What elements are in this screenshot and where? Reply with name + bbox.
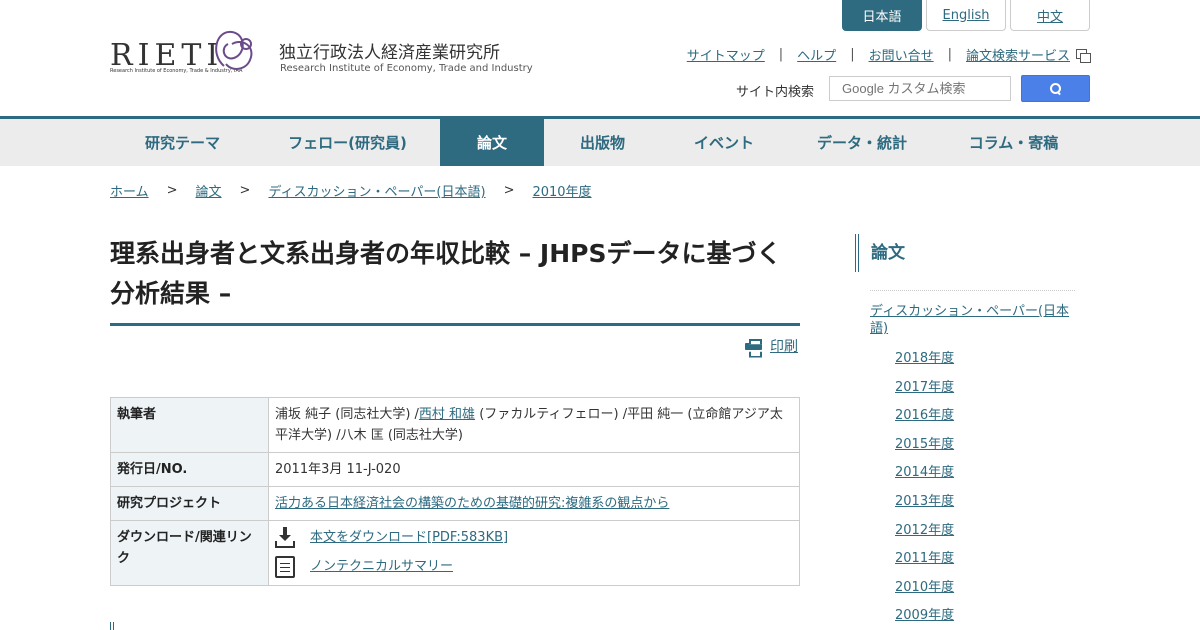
- list-item: 2013年度: [895, 493, 1075, 522]
- rieti-logo[interactable]: RIETI Research Institute of Economy, Tra…: [110, 24, 260, 78]
- nav-columns[interactable]: コラム・寄稿: [937, 119, 1090, 166]
- breadcrumb-separator: >: [166, 183, 178, 198]
- sidebar-title: 論文: [855, 234, 1075, 272]
- search-icon: [1050, 83, 1061, 94]
- author-value: 浦坂 純子 (同志社大学) /西村 和雄 (ファカルティフェロー) /平田 純一…: [268, 397, 800, 453]
- sitemap-link[interactable]: サイトマップ: [687, 45, 765, 64]
- title-divider: [110, 323, 800, 326]
- util-separator: |: [850, 47, 855, 62]
- project-value: 活力ある日本経済社会の構築のための基礎的研究:複雑系の観点から: [268, 486, 800, 521]
- nav-publications[interactable]: 出版物: [544, 119, 661, 166]
- table-row: ダウンロード/関連リンク 本文をダウンロード[PDF:583KB] ノンテクニカ…: [110, 520, 800, 586]
- sidebar-year-2009[interactable]: 2009年度: [895, 608, 954, 623]
- project-label: 研究プロジェクト: [110, 486, 269, 521]
- sidebar-category: ディスカッション・ペーパー(日本語): [870, 303, 1075, 337]
- site-header: RIETI Research Institute of Economy, Tra…: [0, 0, 1200, 116]
- download-label: ダウンロード/関連リンク: [110, 520, 269, 586]
- breadcrumb-separator: >: [503, 183, 515, 198]
- summary-row: ノンテクニカルサマリー: [275, 552, 793, 581]
- main-nav: 研究テーマ フェロー(研究員) 論文 出版物 イベント データ・統計 コラム・寄…: [0, 116, 1200, 166]
- author-link-nishimura[interactable]: 西村 和雄: [419, 407, 475, 422]
- breadcrumb: ホーム > 論文 > ディスカッション・ペーパー(日本語) > 2010年度: [110, 181, 592, 200]
- sidebar-category-link[interactable]: ディスカッション・ペーパー(日本語): [870, 304, 1069, 336]
- util-separator: |: [778, 47, 784, 62]
- list-item: 2016年度: [895, 407, 1075, 436]
- sidebar-year-list: 2018年度 2017年度 2016年度 2015年度 2014年度 2013年…: [895, 350, 1075, 630]
- contact-link[interactable]: お問い合せ: [869, 45, 934, 64]
- download-links: 本文をダウンロード[PDF:583KB] ノンテクニカルサマリー: [268, 520, 800, 586]
- breadcrumb-home[interactable]: ホーム: [110, 181, 149, 200]
- external-window-icon: [1076, 48, 1091, 63]
- sidebar-year-2013[interactable]: 2013年度: [895, 494, 954, 509]
- pdf-download-link[interactable]: 本文をダウンロード[PDF:583KB]: [310, 527, 508, 548]
- printer-icon: [745, 339, 762, 354]
- download-icon: [275, 527, 295, 548]
- list-item: 2017年度: [895, 379, 1075, 408]
- paper-info-table: 執筆者 浦坂 純子 (同志社大学) /西村 和雄 (ファカルティフェロー) /平…: [110, 397, 800, 586]
- list-item: 2011年度: [895, 550, 1075, 579]
- author-text: 浦坂 純子 (同志社大学) /: [275, 407, 419, 422]
- nav-data-statistics[interactable]: データ・統計: [787, 119, 937, 166]
- org-name-ja: 独立行政法人経済産業研究所: [279, 43, 500, 63]
- date-label: 発行日/NO.: [110, 452, 269, 487]
- document-icon: [275, 555, 295, 578]
- section-marker: [110, 622, 114, 630]
- list-item: 2014年度: [895, 464, 1075, 493]
- search-button[interactable]: [1021, 75, 1090, 102]
- breadcrumb-discussion-papers[interactable]: ディスカッション・ペーパー(日本語): [268, 181, 485, 200]
- site-search-label: サイト内検索: [736, 85, 815, 100]
- list-item: 2012年度: [895, 522, 1075, 551]
- help-link[interactable]: ヘルプ: [797, 45, 836, 64]
- sidebar-year-2012[interactable]: 2012年度: [895, 523, 954, 538]
- sidebar-year-2016[interactable]: 2016年度: [895, 408, 954, 423]
- page-title: 理系出身者と文系出身者の年収比較 – JHPSデータに基づく分析結果 –: [110, 239, 782, 308]
- nav-events[interactable]: イベント: [661, 119, 787, 166]
- lang-english-button[interactable]: English: [926, 0, 1006, 31]
- project-link[interactable]: 活力ある日本経済社会の構築のための基礎的研究:複雑系の観点から: [275, 496, 669, 511]
- sidebar-year-2011[interactable]: 2011年度: [895, 551, 954, 566]
- paper-search-link[interactable]: 論文検索サービス: [966, 45, 1070, 64]
- lang-japanese-button[interactable]: 日本語: [842, 0, 922, 31]
- date-value: 2011年3月 11-J-020: [268, 452, 800, 487]
- lang-chinese-button[interactable]: 中文: [1010, 0, 1090, 31]
- sidebar-divider: [870, 290, 1075, 291]
- breadcrumb-separator: >: [239, 183, 251, 198]
- list-item: 2009年度: [895, 607, 1075, 630]
- sidebar-year-2014[interactable]: 2014年度: [895, 465, 954, 480]
- table-row: 発行日/NO. 2011年3月 11-J-020: [110, 452, 800, 487]
- nontechnical-summary-link[interactable]: ノンテクニカルサマリー: [310, 556, 453, 577]
- print-label[interactable]: 印刷: [770, 336, 798, 356]
- utility-links: サイトマップ | ヘルプ | お問い合せ | 論文検索サービス: [687, 45, 1091, 64]
- nav-papers[interactable]: 論文: [440, 119, 544, 166]
- sidebar-year-2015[interactable]: 2015年度: [895, 437, 954, 452]
- author-label: 執筆者: [110, 397, 269, 453]
- table-row: 研究プロジェクト 活力ある日本経済社会の構築のための基礎的研究:複雑系の観点から: [110, 486, 800, 521]
- sidebar-year-2010[interactable]: 2010年度: [895, 580, 954, 595]
- sidebar-year-2018[interactable]: 2018年度: [895, 351, 954, 366]
- sidebar: 論文 ディスカッション・ペーパー(日本語) 2018年度 2017年度 2016…: [855, 234, 1075, 630]
- breadcrumb-papers[interactable]: 論文: [196, 181, 222, 200]
- site-search-input[interactable]: [829, 76, 1011, 101]
- org-name-en: Research Institute of Economy, Trade and…: [280, 63, 533, 74]
- sidebar-year-2017[interactable]: 2017年度: [895, 380, 954, 395]
- list-item: 2015年度: [895, 436, 1075, 465]
- logo-mark-icon: [215, 30, 253, 70]
- pdf-download-row: 本文をダウンロード[PDF:583KB]: [275, 523, 793, 552]
- list-item: 2018年度: [895, 350, 1075, 379]
- print-button[interactable]: 印刷: [745, 336, 798, 356]
- util-separator: |: [947, 47, 952, 62]
- nav-research-themes[interactable]: 研究テーマ: [110, 119, 255, 166]
- list-item: 2010年度: [895, 579, 1075, 608]
- table-row: 執筆者 浦坂 純子 (同志社大学) /西村 和雄 (ファカルティフェロー) /平…: [110, 397, 800, 453]
- nav-fellows[interactable]: フェロー(研究員): [255, 119, 440, 166]
- breadcrumb-fiscal-year[interactable]: 2010年度: [532, 181, 591, 200]
